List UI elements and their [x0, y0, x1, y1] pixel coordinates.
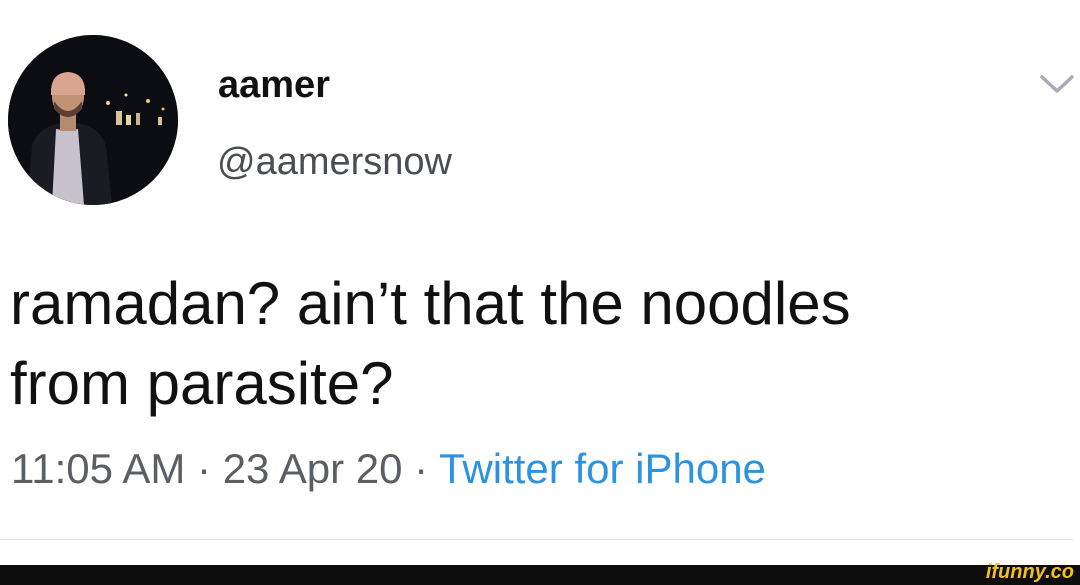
meta-separator: · — [197, 445, 212, 492]
avatar[interactable] — [8, 35, 178, 205]
ifunny-watermark-logo: ifunny.co — [985, 561, 1074, 583]
author-handle[interactable]: @aamersnow — [217, 143, 452, 181]
divider — [0, 539, 1073, 540]
avatar-photo — [8, 35, 178, 205]
tweet-meta: 11:05 AM · 23 Apr 20 · Twitter for iPhon… — [11, 448, 766, 490]
tweet-time: 11:05 AM — [11, 445, 186, 492]
meta-separator: · — [414, 445, 429, 492]
author-display-name[interactable]: aamer — [218, 66, 330, 104]
tweet-text-line-2: from parasite? — [10, 350, 394, 417]
tweet-text-line-1: ramadan? ain’t that the noodles — [10, 270, 851, 337]
tweet-date[interactable]: 23 Apr 20 — [223, 445, 403, 492]
tweet-text: ramadan? ain’t that the noodles from par… — [10, 264, 1050, 424]
watermark-bar: ifunny.co — [0, 561, 1080, 585]
chevron-down-icon[interactable] — [1038, 70, 1076, 98]
tweet-source-link[interactable]: Twitter for iPhone — [439, 445, 766, 492]
